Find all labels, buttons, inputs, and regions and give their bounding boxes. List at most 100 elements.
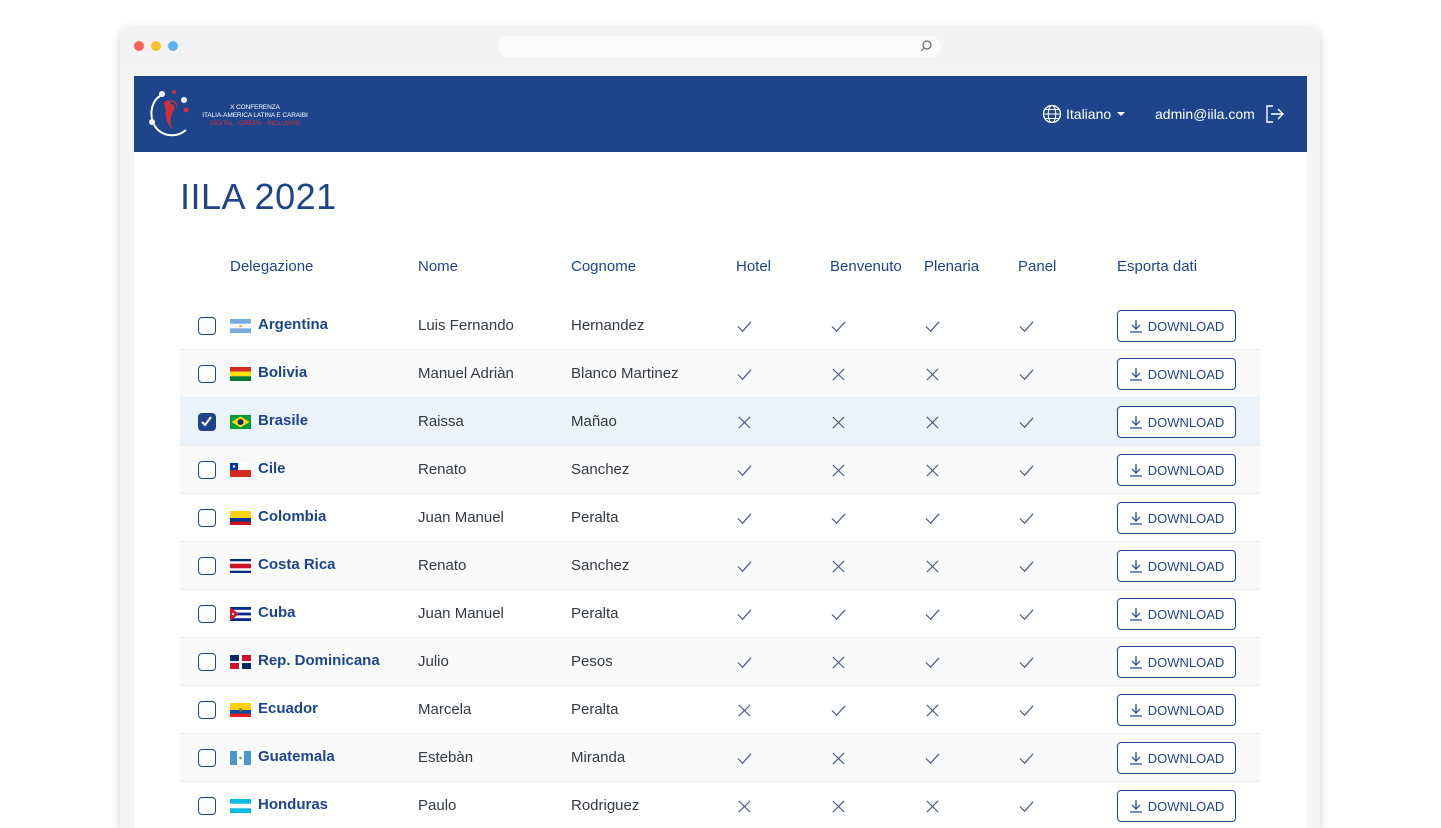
logo-line-2: ITALIA-AMERICA LATINA E CARAIBI (202, 112, 308, 119)
check-icon (925, 321, 940, 333)
delegation-name[interactable]: Cile (258, 460, 286, 477)
table-row: Guatemala Estebàn Miranda DOWNLOAD (180, 734, 1260, 782)
delegation-name[interactable]: Ecuador (258, 700, 318, 717)
app-viewport: X CONFERENZA ITALIA-AMERICA LATINA E CAR… (134, 76, 1307, 828)
download-button[interactable]: DOWNLOAD (1117, 406, 1236, 438)
row-checkbox[interactable] (198, 413, 216, 431)
check-icon (831, 609, 846, 621)
row-checkbox[interactable] (198, 461, 216, 479)
first-name: Manuel Adriàn (418, 365, 514, 382)
cross-icon (832, 656, 845, 669)
row-checkbox[interactable] (198, 701, 216, 719)
first-name: Julio (418, 653, 449, 670)
cross-icon (832, 464, 845, 477)
address-bar[interactable] (498, 36, 941, 57)
download-label: DOWNLOAD (1147, 462, 1225, 478)
logo-line-1: X CONFERENZA (230, 104, 280, 111)
first-name: Raissa (418, 413, 464, 430)
first-name: Renato (418, 461, 467, 478)
check-icon (737, 465, 752, 477)
check-icon (1019, 657, 1034, 669)
download-button[interactable]: DOWNLOAD (1117, 598, 1236, 630)
column-header-delegation: Delegazione (230, 258, 314, 275)
maximize-window-button[interactable] (168, 41, 178, 51)
conference-logo[interactable]: X CONFERENZA ITALIA-AMERICA LATINA E CAR… (146, 88, 316, 140)
check-icon (1019, 465, 1034, 477)
last-name: Rodriguez (571, 797, 640, 814)
delegation-name[interactable]: Colombia (258, 508, 326, 525)
download-button[interactable]: DOWNLOAD (1117, 550, 1236, 582)
row-checkbox[interactable] (198, 749, 216, 767)
cross-icon (926, 800, 939, 813)
checkmark-icon (201, 416, 212, 427)
row-checkbox[interactable] (198, 605, 216, 623)
download-button[interactable]: DOWNLOAD (1117, 694, 1236, 726)
delegation-name[interactable]: Rep. Dominicana (258, 652, 380, 669)
download-label: DOWNLOAD (1147, 654, 1225, 670)
download-button[interactable]: DOWNLOAD (1117, 310, 1236, 342)
download-label: DOWNLOAD (1147, 798, 1225, 814)
check-icon (1019, 705, 1034, 717)
check-icon (737, 753, 752, 765)
check-icon (737, 561, 752, 573)
download-button[interactable]: DOWNLOAD (1117, 790, 1236, 822)
download-button[interactable]: DOWNLOAD (1117, 358, 1236, 390)
chevron-down-icon (1117, 112, 1126, 116)
flag-colombia-icon (230, 511, 251, 525)
download-button[interactable]: DOWNLOAD (1117, 646, 1236, 678)
cross-icon (832, 752, 845, 765)
flag-dominican-republic-icon (230, 655, 251, 669)
flag-ecuador-icon (230, 703, 251, 717)
delegation-name[interactable]: Honduras (258, 796, 328, 813)
table-row: Ecuador Marcela Peralta DOWNLOAD (180, 686, 1260, 734)
check-icon (1019, 417, 1034, 429)
cross-icon (738, 704, 751, 717)
delegation-name[interactable]: Brasile (258, 412, 308, 429)
delegation-name[interactable]: Bolivia (258, 364, 307, 381)
first-name: Juan Manuel (418, 605, 504, 622)
download-button[interactable]: DOWNLOAD (1117, 742, 1236, 774)
row-checkbox[interactable] (198, 365, 216, 383)
download-icon (1129, 512, 1142, 525)
delegation-name[interactable]: Argentina (258, 316, 328, 333)
language-label: Italiano (1066, 106, 1112, 122)
cross-icon (832, 368, 845, 381)
table-row: Cuba Juan Manuel Peralta DOWNLOAD (180, 590, 1260, 638)
cross-icon (738, 416, 751, 429)
user-menu: admin@iila.com (1155, 103, 1285, 125)
row-checkbox[interactable] (198, 509, 216, 527)
download-label: DOWNLOAD (1147, 414, 1225, 430)
download-button[interactable]: DOWNLOAD (1117, 502, 1236, 534)
delegation-table: Argentina Luis Fernando Hernandez DOWNLOAD B… (180, 302, 1260, 828)
row-checkbox[interactable] (198, 317, 216, 335)
cross-icon (926, 416, 939, 429)
delegation-name[interactable]: Guatemala (258, 748, 335, 765)
check-icon (925, 753, 940, 765)
logout-button[interactable] (1265, 104, 1285, 124)
check-icon (737, 321, 752, 333)
row-checkbox[interactable] (198, 797, 216, 815)
row-checkbox[interactable] (198, 653, 216, 671)
table-header: Delegazione Nome Cognome Hotel Benvenuto… (180, 258, 1260, 282)
last-name: Blanco Martinez (571, 365, 679, 382)
flag-bolivia-icon (230, 367, 251, 381)
flag-brazil-icon (230, 415, 251, 429)
row-checkbox[interactable] (198, 557, 216, 575)
last-name: Peralta (571, 701, 619, 718)
table-row: Brasile Raissa Mañao DOWNLOAD (180, 398, 1260, 446)
cross-icon (832, 800, 845, 813)
table-row: Honduras Paulo Rodriguez DOWNLOAD (180, 782, 1260, 828)
search-icon (920, 40, 932, 52)
download-icon (1129, 368, 1142, 381)
download-label: DOWNLOAD (1147, 366, 1225, 382)
language-selector[interactable]: Italiano (1042, 103, 1126, 125)
minimize-window-button[interactable] (151, 41, 161, 51)
check-icon (1019, 369, 1034, 381)
first-name: Renato (418, 557, 467, 574)
delegation-name[interactable]: Costa Rica (258, 556, 336, 573)
delegation-name[interactable]: Cuba (258, 604, 296, 621)
download-icon (1129, 704, 1142, 717)
close-window-button[interactable] (134, 41, 144, 51)
download-button[interactable]: DOWNLOAD (1117, 454, 1236, 486)
check-icon (737, 657, 752, 669)
